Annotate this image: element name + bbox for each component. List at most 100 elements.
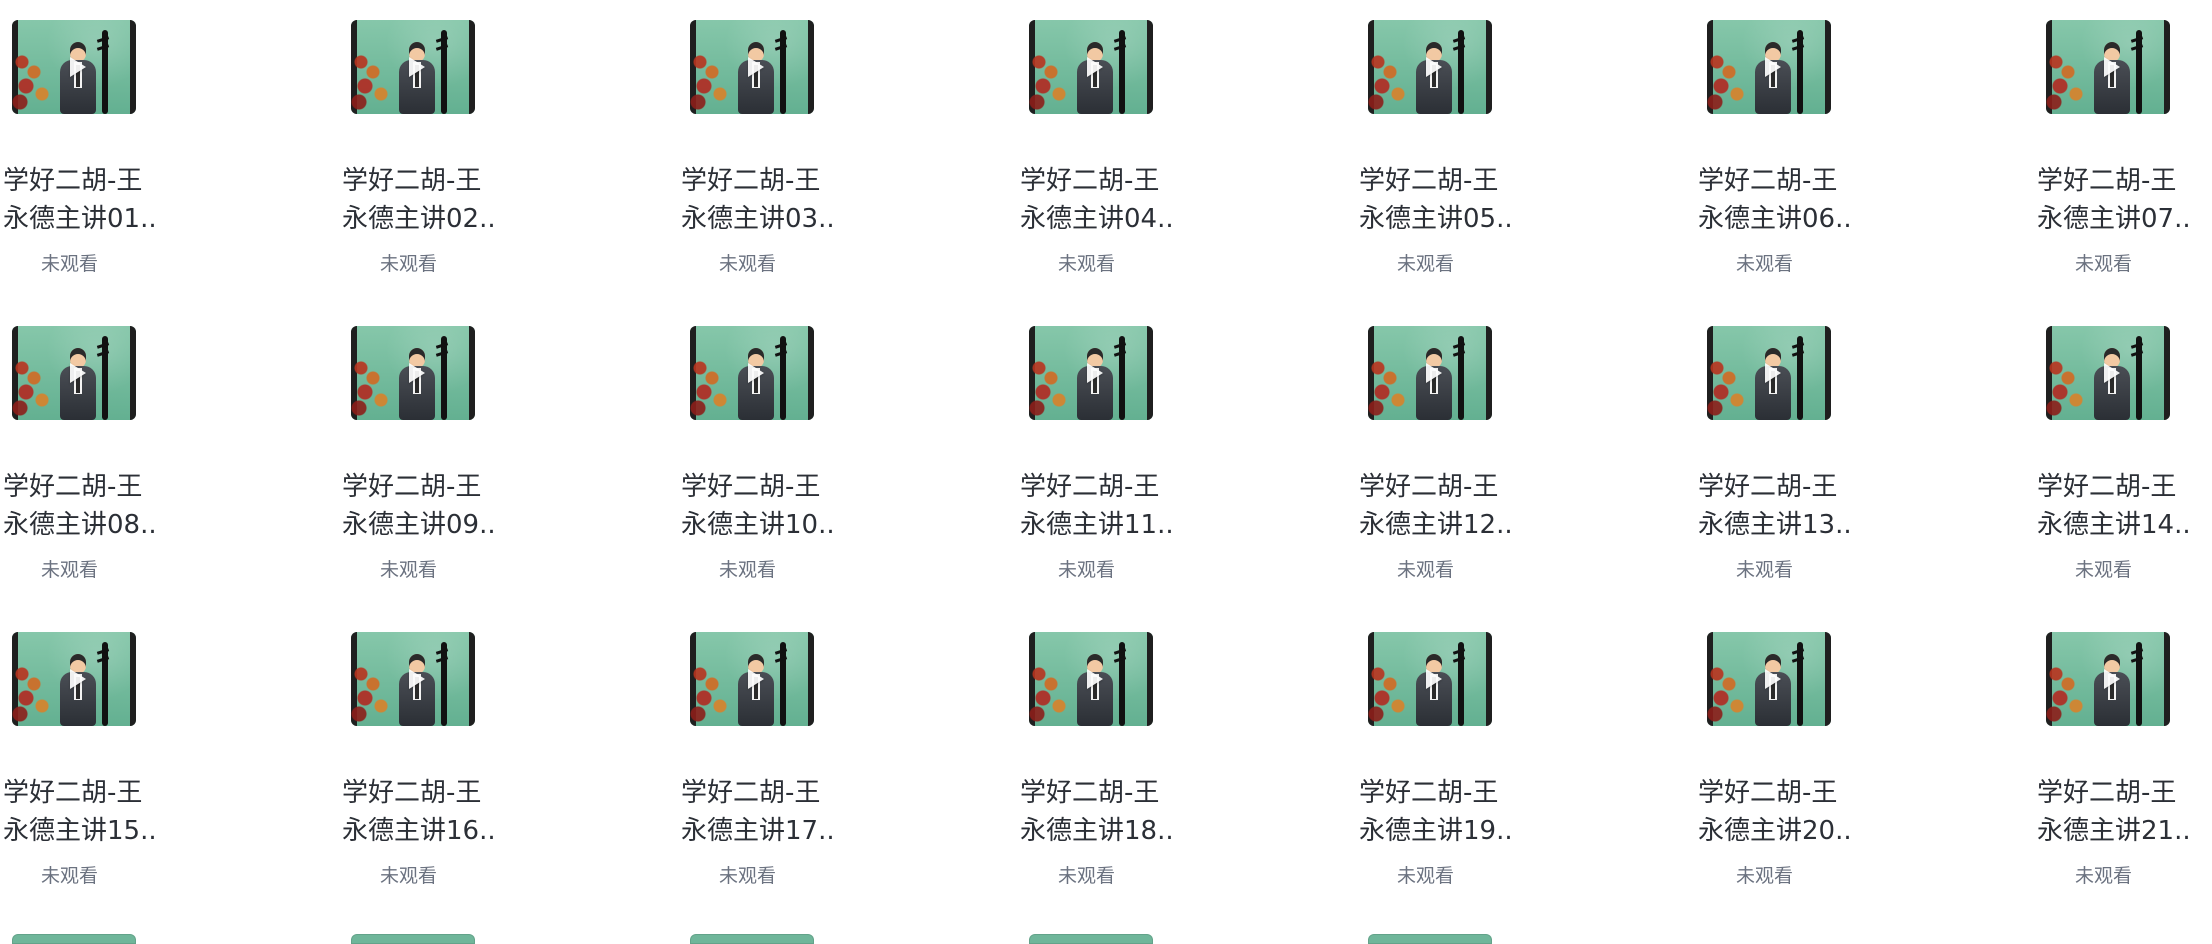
video-thumbnail[interactable] [1029,632,1153,726]
erhu-instrument [780,642,786,726]
watch-status: 未观看 [719,865,777,887]
video-thumbnail-peek[interactable] [1368,934,1492,944]
video-title[interactable]: 学好二胡-王 永德主讲12.. [1359,468,1529,544]
video-title[interactable]: 学好二胡-王 永德主讲09.. [342,468,512,544]
video-thumbnail[interactable] [1029,326,1153,420]
video-thumbnail[interactable] [2046,20,2170,114]
video-thumbnail-peek[interactable] [12,934,136,944]
play-icon[interactable] [1765,669,1781,689]
play-icon[interactable] [1765,57,1781,77]
video-card[interactable]: 学好二胡-王 永德主讲13.. 未观看 [1695,306,1875,596]
video-card[interactable]: 学好二胡-王 永德主讲18.. 未观看 [1017,612,1197,902]
video-title[interactable]: 学好二胡-王 永德主讲15.. [3,774,173,850]
play-icon[interactable] [1426,57,1442,77]
video-card[interactable]: 学好二胡-王 永德主讲21.. 未观看 [2034,612,2212,902]
video-card[interactable]: 学好二胡-王 永德主讲10.. 未观看 [678,306,858,596]
video-title[interactable]: 学好二胡-王 永德主讲20.. [1698,774,1868,850]
video-thumbnail[interactable] [351,632,475,726]
video-thumbnail[interactable] [690,326,814,420]
video-title[interactable]: 学好二胡-王 永德主讲03.. [681,162,851,238]
thumbnail-letterbox-right [1486,326,1492,420]
play-icon[interactable] [409,57,425,77]
video-title[interactable]: 学好二胡-王 永德主讲11.. [1020,468,1190,544]
play-icon[interactable] [70,669,86,689]
video-card[interactable]: 学好二胡-王 永德主讲09.. 未观看 [339,306,519,596]
play-icon[interactable] [2104,57,2120,77]
video-card[interactable]: 学好二胡-王 永德主讲06.. 未观看 [1695,0,1875,290]
video-title[interactable]: 学好二胡-王 永德主讲21.. [2037,774,2207,850]
video-card[interactable]: 学好二胡-王 永德主讲02.. 未观看 [339,0,519,290]
video-thumbnail[interactable] [1707,20,1831,114]
video-card[interactable]: 学好二胡-王 永德主讲17.. 未观看 [678,612,858,902]
video-thumbnail[interactable] [1707,632,1831,726]
flowers-decoration [351,42,391,114]
video-title[interactable]: 学好二胡-王 永德主讲10.. [681,468,851,544]
play-icon[interactable] [748,669,764,689]
video-card[interactable]: 学好二胡-王 永德主讲14.. 未观看 [2034,306,2212,596]
video-title[interactable]: 学好二胡-王 永德主讲19.. [1359,774,1529,850]
play-icon[interactable] [2104,669,2120,689]
play-icon[interactable] [1087,669,1103,689]
video-title[interactable]: 学好二胡-王 永德主讲01.. [3,162,173,238]
video-title[interactable]: 学好二胡-王 永德主讲02.. [342,162,512,238]
video-title[interactable]: 学好二胡-王 永德主讲07.. [2037,162,2207,238]
video-card[interactable]: 学好二胡-王 永德主讲01.. 未观看 [0,0,180,290]
video-title[interactable]: 学好二胡-王 永德主讲05.. [1359,162,1529,238]
play-icon[interactable] [409,669,425,689]
video-card[interactable]: 学好二胡-王 永德主讲16.. 未观看 [339,612,519,902]
video-thumbnail-peek[interactable] [690,934,814,944]
play-icon[interactable] [1426,363,1442,383]
video-card[interactable]: 学好二胡-王 永德主讲20.. 未观看 [1695,612,1875,902]
play-icon[interactable] [2104,363,2120,383]
video-thumbnail[interactable] [12,632,136,726]
video-thumbnail[interactable] [1368,20,1492,114]
video-thumbnail[interactable] [1707,326,1831,420]
video-card[interactable]: 学好二胡-王 永德主讲03.. 未观看 [678,0,858,290]
play-icon[interactable] [409,363,425,383]
play-icon[interactable] [70,57,86,77]
video-card[interactable]: 学好二胡-王 永德主讲12.. 未观看 [1356,306,1536,596]
video-thumbnail[interactable] [1029,20,1153,114]
play-icon[interactable] [1087,57,1103,77]
video-thumbnail[interactable] [690,632,814,726]
flowers-decoration [12,42,52,114]
play-icon[interactable] [1765,363,1781,383]
video-thumbnail[interactable] [1368,326,1492,420]
video-card[interactable]: 学好二胡-王 永德主讲19.. 未观看 [1356,612,1536,902]
video-thumbnail[interactable] [351,20,475,114]
play-icon[interactable] [748,363,764,383]
video-thumbnail[interactable] [1368,632,1492,726]
play-icon[interactable] [70,363,86,383]
play-icon[interactable] [1087,363,1103,383]
erhu-instrument [1458,336,1464,420]
video-thumbnail[interactable] [690,20,814,114]
video-thumbnail[interactable] [12,20,136,114]
play-icon[interactable] [1426,669,1442,689]
video-title[interactable]: 学好二胡-王 永德主讲16.. [342,774,512,850]
video-title[interactable]: 学好二胡-王 永德主讲18.. [1020,774,1190,850]
video-title[interactable]: 学好二胡-王 永德主讲08.. [3,468,173,544]
watch-status: 未观看 [41,865,99,887]
video-title[interactable]: 学好二胡-王 永德主讲14.. [2037,468,2207,544]
video-thumbnail-peek[interactable] [1029,934,1153,944]
video-title[interactable]: 学好二胡-王 永德主讲13.. [1698,468,1868,544]
play-icon[interactable] [748,57,764,77]
video-title[interactable]: 学好二胡-王 永德主讲17.. [681,774,851,850]
video-thumbnail-peek[interactable] [351,934,475,944]
video-title[interactable]: 学好二胡-王 永德主讲06.. [1698,162,1868,238]
video-card[interactable]: 学好二胡-王 永德主讲05.. 未观看 [1356,0,1536,290]
video-thumbnail[interactable] [12,326,136,420]
video-card[interactable]: 学好二胡-王 永德主讲11.. 未观看 [1017,306,1197,596]
video-title[interactable]: 学好二胡-王 永德主讲04.. [1020,162,1190,238]
video-card[interactable]: 学好二胡-王 永德主讲15.. 未观看 [0,612,180,902]
erhu-instrument [2136,336,2142,420]
video-thumbnail[interactable] [2046,326,2170,420]
flowers-decoration [1707,654,1747,726]
video-card[interactable]: 学好二胡-王 永德主讲08.. 未观看 [0,306,180,596]
video-card[interactable]: 学好二胡-王 永德主讲07.. 未观看 [2034,0,2212,290]
video-thumbnail[interactable] [2046,632,2170,726]
video-thumbnail[interactable] [351,326,475,420]
erhu-instrument [1797,30,1803,114]
video-card[interactable]: 学好二胡-王 永德主讲04.. 未观看 [1017,0,1197,290]
erhu-instrument [1119,642,1125,726]
